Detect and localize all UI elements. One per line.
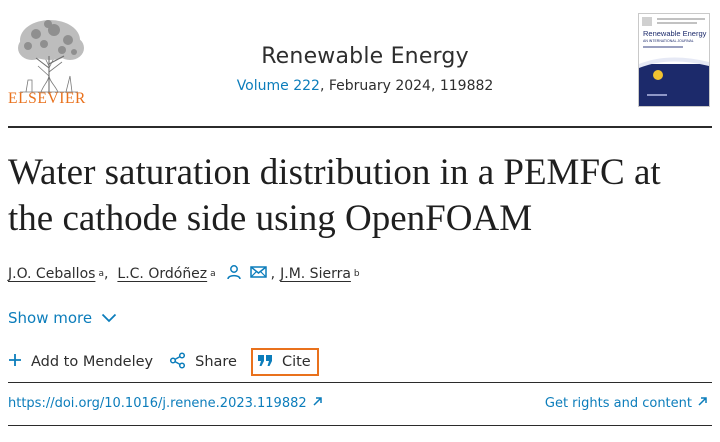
author-link[interactable]: J.O. Ceballos xyxy=(8,266,95,282)
doi-link[interactable]: https://doi.org/10.1016/j.renene.2023.11… xyxy=(8,396,323,411)
journal-title[interactable]: Renewable Energy xyxy=(150,44,580,69)
article-toolbar: Add to Mendeley Share Cite xyxy=(8,348,319,376)
share-label: Share xyxy=(195,354,237,370)
elsevier-logo[interactable]: ELSEVIER xyxy=(8,10,94,110)
journal-cover[interactable]: Renewable Energy AN INTERNATIONAL JOURNA… xyxy=(638,13,710,107)
chevron-down-icon xyxy=(101,309,117,327)
affiliation-marker[interactable]: a xyxy=(210,269,216,279)
publisher-name: ELSEVIER xyxy=(8,90,86,107)
plus-icon xyxy=(8,353,22,371)
cover-curve xyxy=(639,57,709,68)
add-to-mendeley-button[interactable]: Add to Mendeley xyxy=(8,349,153,375)
show-more-label: Show more xyxy=(8,309,93,327)
arrow-up-right-icon xyxy=(312,396,323,411)
cite-button[interactable]: Cite xyxy=(250,348,319,376)
author-list: J.O. Ceballos a , L.C. Ordóñez a , J.M. … xyxy=(8,264,360,284)
author-separator: , xyxy=(103,266,109,282)
rights-and-content-link[interactable]: Get rights and content xyxy=(545,396,708,411)
toolbar-divider xyxy=(8,382,712,383)
header-divider xyxy=(8,126,712,128)
envelope-icon[interactable] xyxy=(249,265,267,283)
footer-divider xyxy=(8,425,712,426)
person-icon[interactable] xyxy=(226,264,242,284)
add-to-mendeley-label: Add to Mendeley xyxy=(31,354,154,370)
arrow-up-right-icon xyxy=(697,396,708,411)
share-button[interactable]: Share xyxy=(169,349,237,375)
author-separator: , xyxy=(270,266,276,282)
issue-info: , February 2024, 119882 xyxy=(319,78,494,94)
share-icon xyxy=(169,351,186,373)
quote-icon xyxy=(257,354,273,371)
author-link[interactable]: L.C. Ordóñez xyxy=(117,266,207,282)
cite-label: Cite xyxy=(281,354,311,370)
article-title: Water saturation distribution in a PEMFC… xyxy=(8,152,661,239)
doi-text: https://doi.org/10.1016/j.renene.2023.11… xyxy=(8,396,307,411)
volume-link[interactable]: Volume 222 xyxy=(237,78,320,94)
journal-meta: Volume 222, February 2024, 119882 xyxy=(150,78,580,94)
affiliation-marker[interactable]: b xyxy=(354,269,360,279)
show-more-button[interactable]: Show more xyxy=(8,309,117,327)
author-link[interactable]: J.M. Sierra xyxy=(280,266,351,282)
rights-text: Get rights and content xyxy=(544,396,692,411)
journal-header: ELSEVIER Renewable Energy Volume 222, Fe… xyxy=(0,0,720,128)
